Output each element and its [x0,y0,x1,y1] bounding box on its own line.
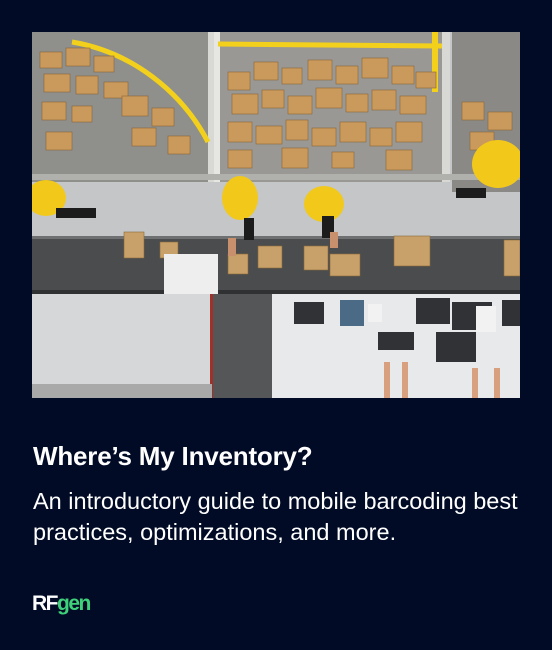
card-title: Where’s My Inventory? [33,441,313,471]
warehouse-illustration [32,32,520,398]
hero-image [32,32,520,398]
promo-card: Where’s My Inventory? An introductory gu… [0,0,552,650]
card-subtitle: An introductory guide to mobile barcodin… [33,488,518,545]
logo-text-gen: gen [57,592,91,615]
logo-text-rf: RF [32,592,59,615]
rfgen-logo[interactable]: RFgen [32,592,91,616]
